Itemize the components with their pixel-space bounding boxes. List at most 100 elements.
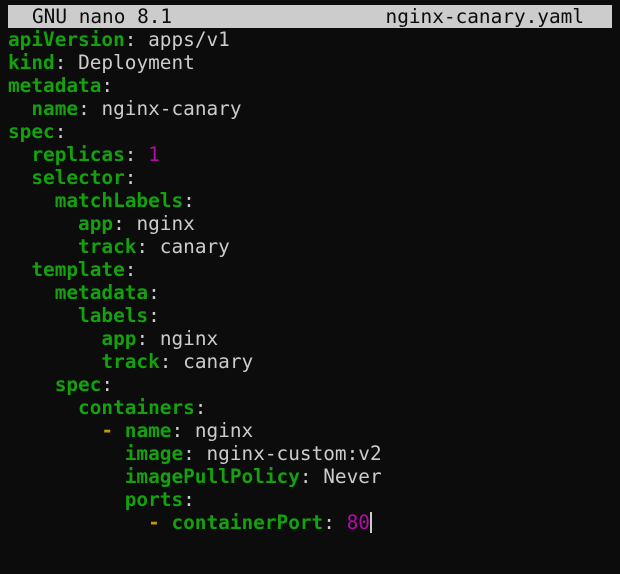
yaml-key: containers: [78, 396, 195, 419]
colon: :: [183, 488, 195, 511]
yaml-key: track: [101, 350, 160, 373]
yaml-key: template: [31, 258, 125, 281]
yaml-key: imagePullPolicy: [124, 465, 300, 488]
nano-title-bar: GNU nano 8.1 nginx-canary.yaml: [8, 5, 612, 28]
yaml-key: metadata: [8, 74, 102, 97]
text-cursor: [369, 512, 372, 533]
yaml-key: containerPort: [171, 511, 324, 534]
yaml-key: name: [124, 419, 172, 442]
yaml-key: replicas: [31, 143, 125, 166]
colon: :: [194, 396, 207, 419]
colon: :: [78, 97, 90, 120]
colon: :: [136, 327, 149, 350]
code-line[interactable]: - name: nginx: [8, 419, 612, 442]
colon: :: [323, 511, 335, 534]
yaml-string-value: nginx: [136, 212, 195, 235]
yaml-string-value: nginx: [194, 419, 254, 442]
yaml-string-value: canary: [183, 350, 254, 373]
code-line[interactable]: imagePullPolicy: Never: [8, 465, 612, 488]
code-line[interactable]: track: canary: [8, 350, 612, 373]
colon: :: [171, 419, 184, 442]
code-line[interactable]: ports:: [8, 488, 612, 511]
code-line[interactable]: track: canary: [8, 235, 612, 258]
yaml-string-value: nginx-custom:v2: [206, 442, 382, 465]
code-line[interactable]: metadata:: [8, 74, 612, 97]
code-line[interactable]: app: nginx: [8, 212, 612, 235]
code-line[interactable]: name: nginx-canary: [8, 97, 612, 120]
colon: :: [124, 258, 137, 281]
code-line[interactable]: app: nginx: [8, 327, 612, 350]
code-line[interactable]: labels:: [8, 304, 612, 327]
yaml-key: selector: [31, 166, 125, 189]
yaml-string-value: Never: [323, 465, 382, 488]
colon: :: [183, 189, 195, 212]
yaml-key: matchLabels: [54, 189, 184, 212]
yaml-key: spec: [8, 120, 55, 143]
yaml-key: app: [101, 327, 137, 350]
colon: :: [159, 350, 172, 373]
yaml-number-value: 1: [148, 143, 160, 166]
yaml-key: app: [78, 212, 114, 235]
colon: :: [54, 120, 67, 143]
code-line[interactable]: containers:: [8, 396, 612, 419]
code-line[interactable]: spec:: [8, 373, 612, 396]
colon: :: [183, 442, 195, 465]
colon: :: [101, 74, 114, 97]
colon: :: [124, 166, 137, 189]
yaml-number-value: 80: [346, 511, 370, 534]
code-line[interactable]: image: nginx-custom:v2: [8, 442, 612, 465]
yaml-key: name: [31, 97, 79, 120]
yaml-key: track: [78, 235, 137, 258]
yaml-string-value: Deployment: [78, 51, 195, 74]
colon: :: [54, 51, 67, 74]
code-line[interactable]: spec:: [8, 120, 612, 143]
code-line[interactable]: replicas: 1: [8, 143, 612, 166]
editor-area[interactable]: apiVersion: apps/v1 kind: Deployment metad…: [8, 28, 612, 568]
colon: :: [148, 304, 160, 327]
yaml-key: image: [124, 442, 184, 465]
file-name: nginx-canary.yaml: [385, 5, 584, 28]
yaml-key: kind: [8, 51, 55, 74]
code-line[interactable]: apiVersion: apps/v1: [8, 28, 612, 51]
code-line[interactable]: metadata:: [8, 281, 612, 304]
yaml-key: ports: [124, 488, 184, 511]
colon: :: [136, 235, 149, 258]
code-line[interactable]: - containerPort: 80: [8, 511, 612, 534]
code-line[interactable]: kind: Deployment: [8, 51, 612, 74]
colon: :: [113, 212, 125, 235]
yaml-key: labels: [78, 304, 149, 327]
code-line[interactable]: matchLabels:: [8, 189, 612, 212]
code-line[interactable]: template:: [8, 258, 612, 281]
yaml-string-value: apps/v1: [148, 28, 230, 51]
list-dash: -: [101, 419, 125, 442]
app-name: GNU nano 8.1: [32, 5, 173, 28]
code-line[interactable]: selector:: [8, 166, 612, 189]
list-dash: -: [148, 511, 172, 534]
yaml-key: metadata: [54, 281, 149, 304]
colon: :: [124, 28, 137, 51]
